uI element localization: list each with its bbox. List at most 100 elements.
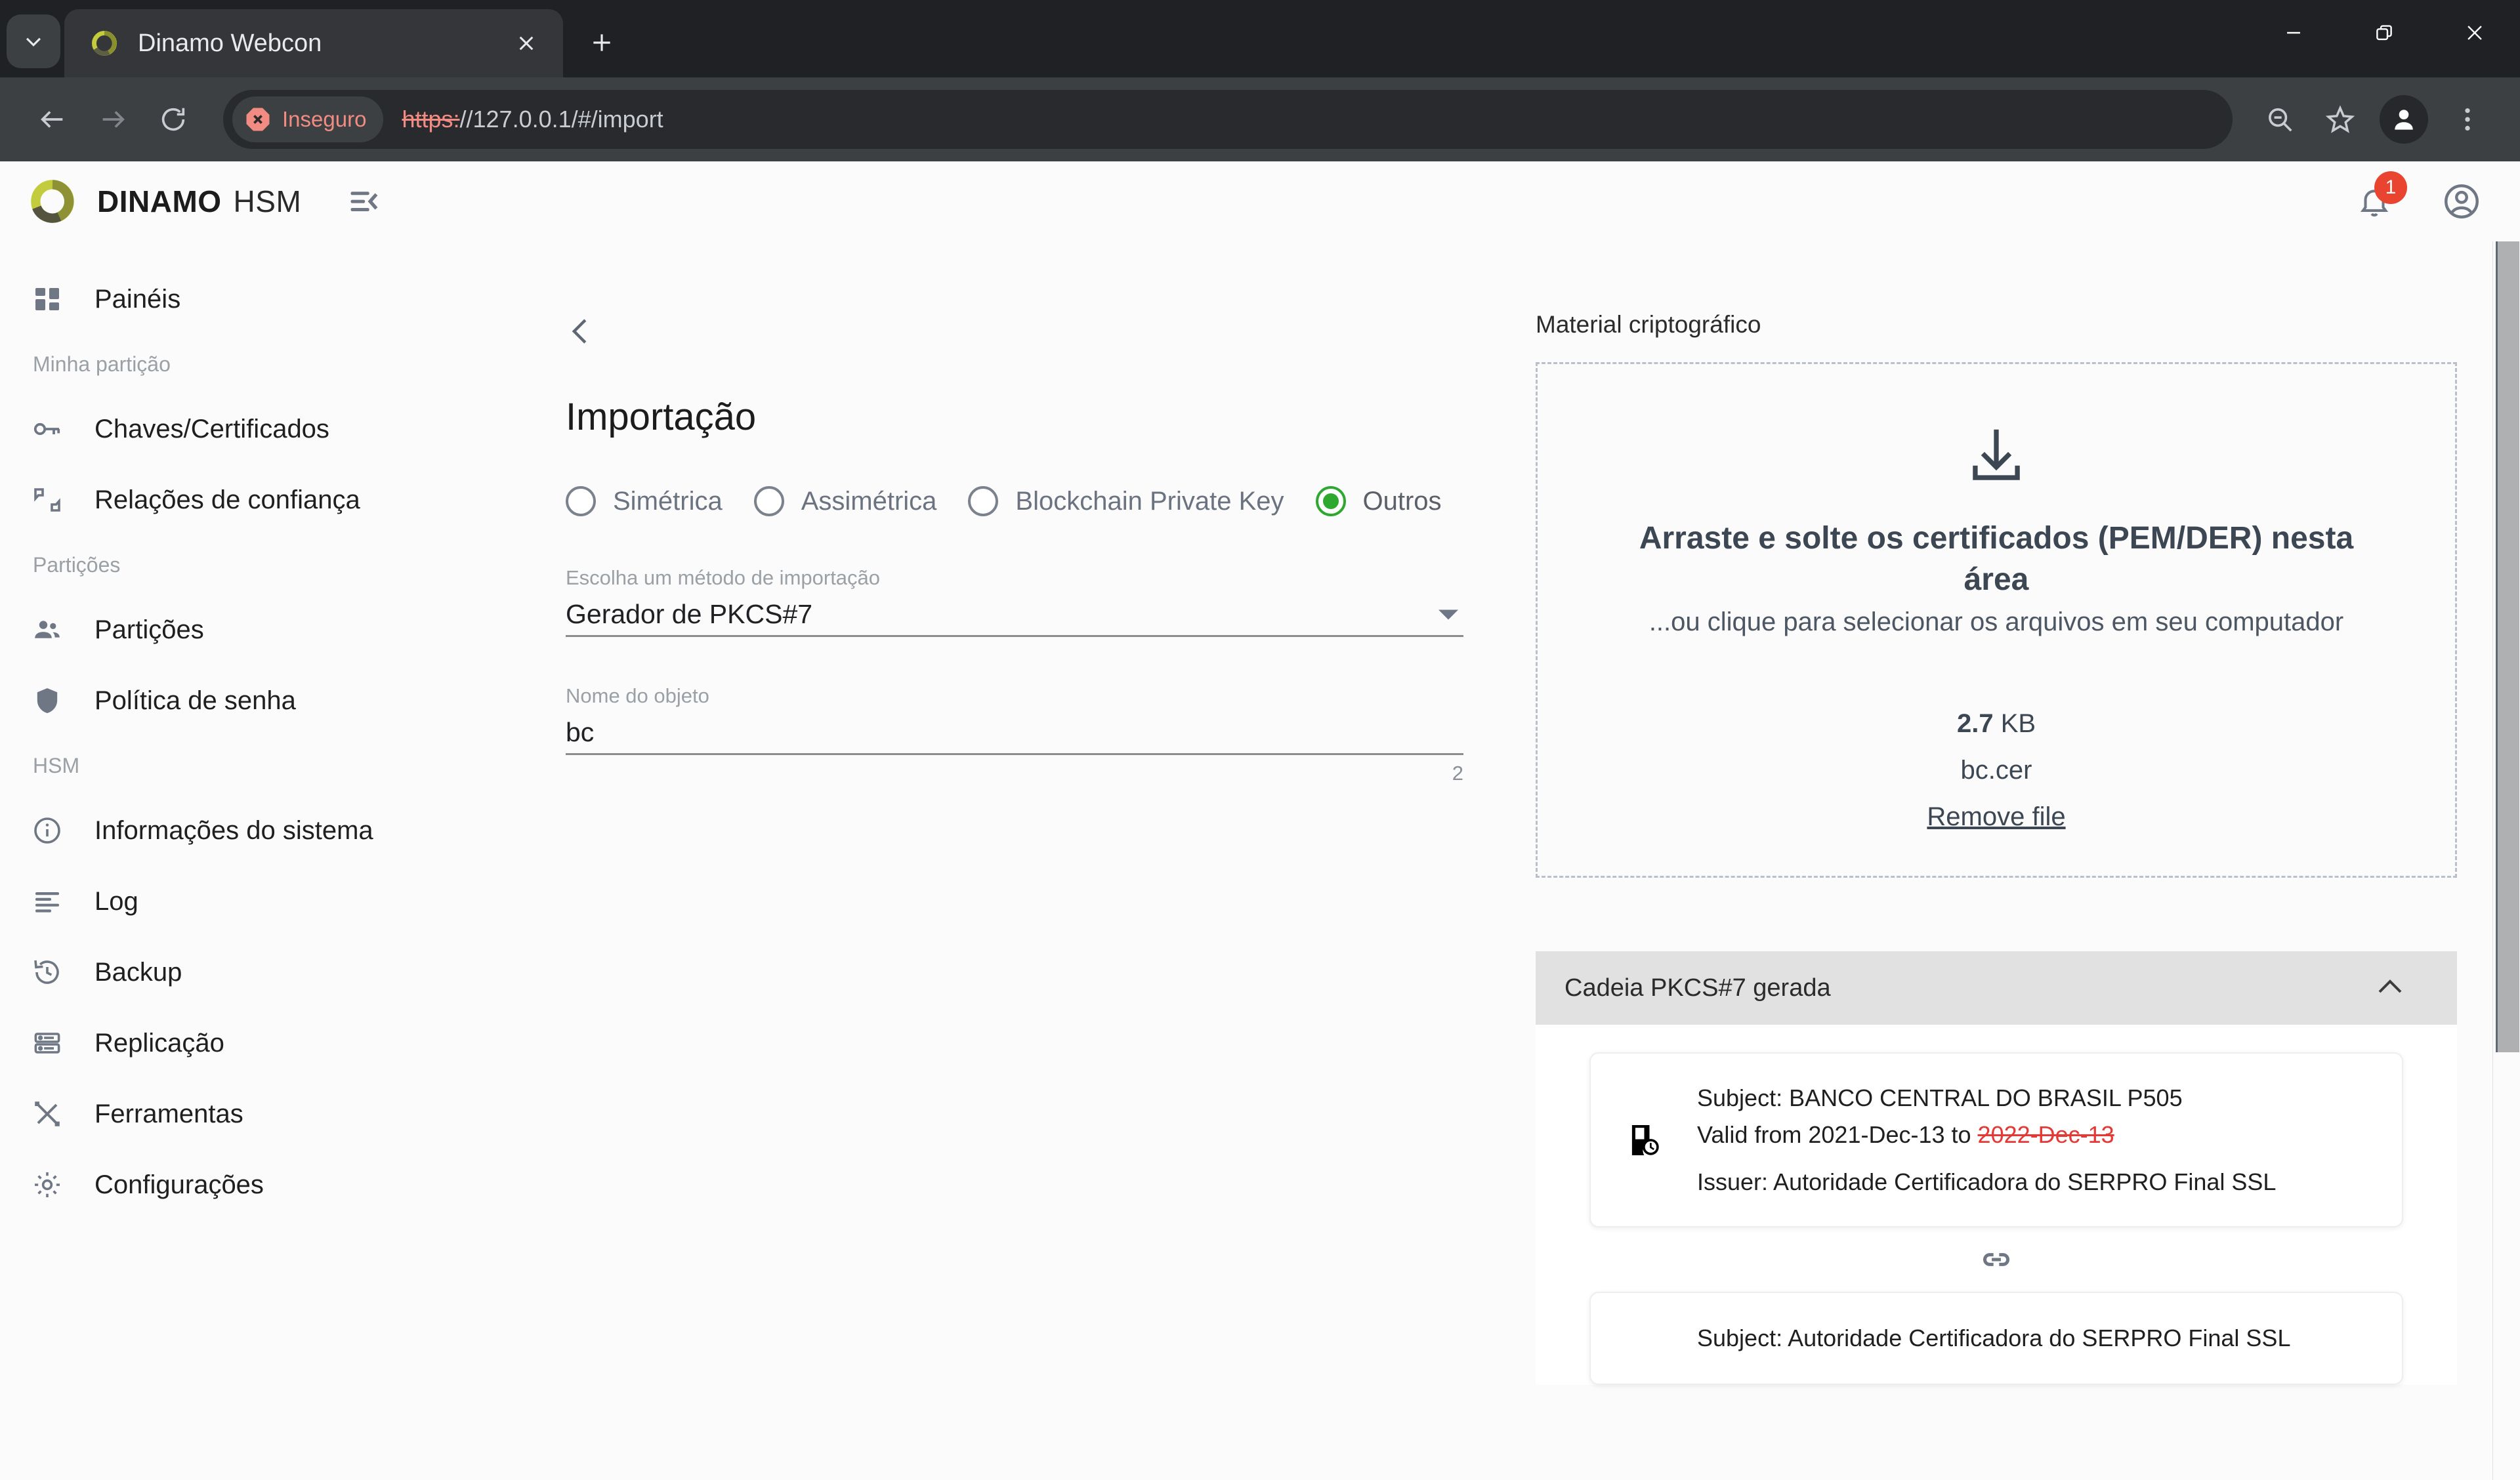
security-status-chip[interactable]: Inseguro <box>232 96 384 142</box>
url-scheme: https: <box>402 106 460 133</box>
notifications-button[interactable]: 1 <box>2347 171 2407 229</box>
tab-close-button[interactable] <box>508 25 545 62</box>
import-method-select[interactable]: Escolha um método de importação Gerador … <box>566 556 1463 637</box>
import-method-label: Escolha um método de importação <box>566 566 881 589</box>
radio-mark <box>1315 486 1346 516</box>
sidebar-item-politica-de-senha[interactable]: Política de senha <box>0 665 525 736</box>
radio-assimetrica[interactable]: Assimétrica <box>753 486 936 516</box>
object-name-control[interactable]: bc <box>566 712 1463 755</box>
remove-file-link[interactable]: Remove file <box>1927 802 2065 832</box>
sidebar-item-label: Backup <box>94 957 182 987</box>
tab-strip: Dinamo Webcon <box>0 0 2520 77</box>
sidebar-item-label: Ferramentas <box>94 1099 243 1128</box>
import-type-radio-group: Simétrica Assimétrica Blockchain Private… <box>566 486 1536 516</box>
shield-icon <box>29 682 66 719</box>
certificate-card[interactable]: Subject: Autoridade Certificadora do SER… <box>1589 1292 2403 1386</box>
plus-icon <box>593 34 610 51</box>
dashboard-icon <box>29 281 66 318</box>
certificate-details: Subject: Autoridade Certificadora do SER… <box>1697 1320 2290 1357</box>
object-name-label: Nome do objeto <box>566 684 709 707</box>
sidebar-item-paineis[interactable]: Painéis <box>0 264 525 335</box>
gear-icon <box>29 1166 66 1203</box>
radio-label: Outros <box>1362 486 1442 516</box>
window-maximize-button[interactable] <box>2339 0 2429 66</box>
sidebar-item-label: Replicação <box>94 1028 224 1058</box>
certificate-validity: Valid from 2021-Dec-13 to 2022-Dec-13 <box>1697 1117 2276 1153</box>
browser-profile-button[interactable] <box>2380 95 2428 144</box>
window-close-button[interactable] <box>2429 0 2520 66</box>
object-name-value: bc <box>566 717 595 747</box>
brand-name: DINAMO <box>97 184 222 218</box>
arrow-right-icon <box>102 111 125 128</box>
sidebar-item-backup[interactable]: Backup <box>0 937 525 1008</box>
sidebar-item-label: Configurações <box>94 1170 264 1199</box>
close-icon <box>2468 26 2482 40</box>
sidebar-item-label: Relações de confiança <box>94 485 360 514</box>
chevron-up-icon[interactable] <box>2377 979 2403 998</box>
reload-icon <box>161 108 185 131</box>
account-button[interactable] <box>2439 178 2485 224</box>
sidebar-group-minha-particao: Minha partição <box>33 352 171 376</box>
window-minimize-button[interactable] <box>2248 0 2339 66</box>
radio-outros[interactable]: Outros <box>1315 486 1442 516</box>
sidebar-item-informacoes-do-sistema[interactable]: Informações do sistema <box>0 795 525 866</box>
browser-chrome: Dinamo Webcon Inseguro https://127.0.0.1… <box>0 0 2520 161</box>
tab-search-button[interactable] <box>7 14 60 68</box>
sidebar-item-label: Log <box>94 886 138 916</box>
radio-simetrica[interactable]: Simétrica <box>566 486 723 516</box>
link-icon <box>1983 1253 2009 1267</box>
import-method-control[interactable]: Gerador de PKCS#7 <box>566 594 1463 637</box>
reload-button[interactable] <box>143 89 203 150</box>
sidebar-item-particoes[interactable]: Partições <box>0 594 525 665</box>
sidebar-item-replicacao[interactable]: Replicação <box>0 1008 525 1079</box>
object-name-input[interactable]: Nome do objeto bc 2 <box>566 674 1463 785</box>
main-content: Importação Simétrica Assimétrica Blockch… <box>525 241 2520 1480</box>
tools-icon <box>29 1096 66 1132</box>
sidebar-navigation: Painéis Minha partição Chaves/Certificad… <box>0 241 525 1480</box>
page-scrollbar-thumb[interactable] <box>2496 241 2519 1052</box>
account-circle-icon <box>2445 184 2479 218</box>
sidebar-item-ferramentas[interactable]: Ferramentas <box>0 1079 525 1149</box>
sidebar-item-configuracoes[interactable]: Configurações <box>0 1149 525 1220</box>
sidebar-toggle-button[interactable] <box>342 180 385 223</box>
pkcs7-chain-header[interactable]: Cadeia PKCS#7 gerada <box>1536 951 2457 1025</box>
uploaded-file-size-unit: KB <box>2000 709 2036 738</box>
dinamo-logo-icon <box>31 180 74 223</box>
back-navigation-button[interactable] <box>551 311 592 352</box>
certificate-card[interactable]: Subject: BANCO CENTRAL DO BRASIL P505 Va… <box>1589 1052 2403 1228</box>
forward-button[interactable] <box>83 89 143 150</box>
uploaded-file-size: 2.7 KB <box>1957 709 2036 739</box>
minimize-icon <box>2287 31 2300 34</box>
dropzone-title: Arraste e solte os certificados (PEM/DER… <box>1639 521 2354 598</box>
crypto-material-label: Material criptográfico <box>1536 311 1761 338</box>
list-icon <box>29 883 66 920</box>
address-bar-url[interactable]: https://127.0.0.1/#/import <box>402 106 663 133</box>
sidebar-item-log[interactable]: Log <box>0 866 525 937</box>
pkcs7-chain-body: Subject: BANCO CENTRAL DO BRASIL P505 Va… <box>1536 1025 2457 1386</box>
page-scrollbar[interactable] <box>2492 241 2520 1480</box>
maximize-icon <box>2376 25 2392 41</box>
history-icon <box>29 954 66 991</box>
address-bar[interactable]: Inseguro https://127.0.0.1/#/import <box>223 90 2233 149</box>
browser-tab[interactable]: Dinamo Webcon <box>64 9 563 77</box>
certificate-subject: Subject: BANCO CENTRAL DO BRASIL P505 <box>1697 1084 2183 1111</box>
zoom-out-button[interactable] <box>2250 89 2310 150</box>
file-dropzone[interactable]: Arraste e solte os certificados (PEM/DER… <box>1536 362 2457 878</box>
profile-icon <box>2395 110 2413 130</box>
back-button[interactable] <box>22 89 83 150</box>
sidebar-item-chaves-certificados[interactable]: Chaves/Certificados <box>0 394 525 464</box>
bookmark-button[interactable] <box>2310 89 2370 150</box>
browser-menu-button[interactable] <box>2437 89 2498 150</box>
sidebar-item-relacoes-de-confianca[interactable]: Relações de confiança <box>0 464 525 535</box>
certificate-valid-from: Valid from 2021-Dec-13 to <box>1697 1120 1978 1148</box>
page-title: Importação <box>566 396 757 438</box>
new-tab-button[interactable] <box>579 20 625 66</box>
radio-mark <box>753 486 784 516</box>
import-form-column: Importação Simétrica Assimétrica Blockch… <box>525 241 1536 1480</box>
radio-label: Blockchain Private Key <box>1015 486 1284 516</box>
sidebar-item-label: Informações do sistema <box>94 815 373 845</box>
radio-blockchain-private-key[interactable]: Blockchain Private Key <box>968 486 1284 516</box>
download-arrow-icon <box>1973 429 2020 480</box>
sidebar-group-hsm: HSM <box>33 753 80 777</box>
